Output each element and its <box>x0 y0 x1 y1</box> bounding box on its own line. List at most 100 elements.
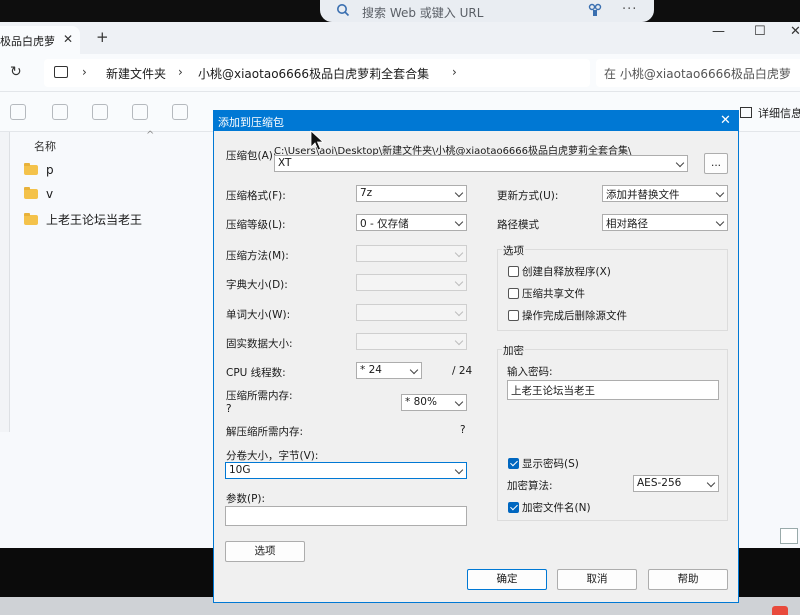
ok-button[interactable]: 确定 <box>467 569 547 590</box>
copy-icon[interactable] <box>52 104 68 120</box>
solid-size-select[interactable] <box>356 333 467 350</box>
app-icon[interactable] <box>772 606 788 615</box>
browser-search-placeholder: 搜索 Web 或键入 URL <box>362 6 484 20</box>
address-row: ↻ › 新建文件夹 › 小桃@xiaotao6666极品白虎萝莉全套合集 › 在… <box>0 54 800 92</box>
compress-memory-select[interactable]: * 80% <box>401 394 467 411</box>
level-select[interactable]: 0 - 仅存储 <box>356 214 467 231</box>
checkbox-box <box>508 458 519 469</box>
solid-size-label: 固实数据大小: <box>226 338 293 350</box>
shared-files-checkbox[interactable]: 压缩共享文件 <box>508 286 585 301</box>
delete-after-checkbox[interactable]: 操作完成后删除源文件 <box>508 308 627 323</box>
folder-icon <box>24 163 38 175</box>
folder-icon <box>24 213 38 225</box>
show-password-checkbox[interactable]: 显示密码(S) <box>508 456 579 471</box>
mouse-cursor-icon <box>310 130 324 151</box>
rename-icon[interactable] <box>92 104 108 120</box>
dictionary-select[interactable] <box>356 274 467 291</box>
refresh-icon[interactable]: ↻ <box>10 64 22 80</box>
dialog-close-icon[interactable]: ✕ <box>720 113 731 128</box>
list-item[interactable]: p <box>24 163 54 181</box>
help-button[interactable]: 帮助 <box>648 569 728 590</box>
create-sfx-label: 创建自释放程序(X) <box>522 266 611 278</box>
explorer-tab-bar: 极品白虎萝 ✕ + — ☐ ✕ <box>0 22 800 54</box>
dictionary-label: 字典大小(D): <box>226 279 288 291</box>
compress-memory-unknown: ? <box>226 403 232 415</box>
maximize-button[interactable]: ☐ <box>754 24 766 39</box>
format-select[interactable]: 7z <box>356 185 467 202</box>
checkbox-box <box>508 310 519 321</box>
delete-after-label: 操作完成后删除源文件 <box>522 310 627 322</box>
shared-files-label: 压缩共享文件 <box>522 288 585 300</box>
dialog-title: 添加到压缩包 <box>218 116 284 129</box>
more-icon[interactable]: ··· <box>622 2 637 17</box>
checkbox-box <box>508 266 519 277</box>
encryption-method-label: 加密算法: <box>507 480 553 492</box>
path-mode-select[interactable]: 相对路径 <box>602 214 728 231</box>
decompress-memory-value: ? <box>460 424 466 436</box>
view-toggle-icon[interactable] <box>780 528 798 544</box>
show-password-label: 显示密码(S) <box>522 458 579 470</box>
breadcrumb-item[interactable]: 新建文件夹 <box>106 65 166 82</box>
create-sfx-checkbox[interactable]: 创建自释放程序(X) <box>508 264 611 279</box>
browse-button[interactable]: ... <box>704 153 728 174</box>
computer-icon <box>54 66 68 78</box>
cpu-threads-select[interactable]: * 24 <box>356 362 422 379</box>
archive-label: 压缩包(A): <box>226 150 277 162</box>
encrypt-names-checkbox[interactable]: 加密文件名(N) <box>508 500 591 515</box>
cancel-button[interactable]: 取消 <box>557 569 637 590</box>
search-icon <box>337 4 350 17</box>
archive-name-combo[interactable]: XT <box>274 155 688 172</box>
method-label: 压缩方法(M): <box>226 250 289 262</box>
format-label: 压缩格式(F): <box>226 190 286 202</box>
cpu-threads-value: * 24 <box>360 364 382 376</box>
word-size-select[interactable] <box>356 304 467 321</box>
update-mode-select[interactable]: 添加并替换文件 <box>602 185 728 202</box>
options-button[interactable]: 选项 <box>225 541 305 562</box>
list-item-label: v <box>46 187 54 201</box>
details-pane-button[interactable]: 详细信息 <box>740 105 800 121</box>
list-item[interactable]: 上老王论坛当老王 <box>24 211 142 229</box>
cut-icon[interactable] <box>10 104 26 120</box>
chevron-down-icon <box>715 188 725 198</box>
encryption-method-select[interactable]: AES-256 <box>633 475 719 492</box>
archive-name-value: XT <box>278 157 292 169</box>
browser-address-bar[interactable]: 搜索 Web 或键入 URL ··· <box>320 0 654 22</box>
new-tab-button[interactable]: + <box>96 28 109 46</box>
address-bar[interactable]: › 新建文件夹 › 小桃@xiaotao6666极品白虎萝莉全套合集 › <box>44 59 590 87</box>
parameters-input[interactable] <box>225 506 467 526</box>
update-mode-label: 更新方式(U): <box>497 190 559 202</box>
sort-caret-icon[interactable]: ^ <box>146 130 154 141</box>
list-item[interactable]: v <box>24 187 53 205</box>
chevron-down-icon <box>675 158 685 168</box>
breadcrumb-separator: › <box>178 65 183 79</box>
breadcrumb-separator: › <box>452 65 457 79</box>
minimize-button[interactable]: — <box>712 24 725 39</box>
chevron-down-icon <box>454 248 464 258</box>
extension-icon[interactable] <box>588 3 602 17</box>
close-window-button[interactable]: ✕ <box>790 24 800 39</box>
details-label: 详细信息 <box>758 107 800 120</box>
delete-icon[interactable] <box>172 104 188 120</box>
share-icon[interactable] <box>132 104 148 120</box>
split-size-combo[interactable]: 10G <box>225 462 467 479</box>
folder-search-placeholder: 在 小桃@xiaotao6666极品白虎萝 <box>604 67 791 81</box>
decompress-memory-label: 解压缩所需内存: <box>226 426 304 438</box>
format-value: 7z <box>360 187 373 199</box>
chevron-down-icon <box>454 397 464 407</box>
encryption-group-title: 加密 <box>502 343 525 358</box>
breadcrumb-item[interactable]: 小桃@xiaotao6666极品白虎萝莉全套合集 <box>198 65 429 82</box>
password-input[interactable]: 上老王论坛当老王 <box>507 380 719 400</box>
encryption-group: 加密 输入密码: 上老王论坛当老王 显示密码(S) 加密算法: AES-256 … <box>497 343 728 521</box>
method-select[interactable] <box>356 245 467 262</box>
options-group: 选项 创建自释放程序(X) 压缩共享文件 操作完成后删除源文件 <box>497 243 728 331</box>
folder-search-box[interactable]: 在 小桃@xiaotao6666极品白虎萝 <box>596 59 800 87</box>
cpu-threads-total: / 24 <box>452 365 473 377</box>
word-size-label: 单词大小(W): <box>226 309 291 321</box>
explorer-tab[interactable]: 极品白虎萝 ✕ <box>0 26 80 54</box>
chevron-down-icon <box>454 188 464 198</box>
list-item-label: 上老王论坛当老王 <box>46 213 143 227</box>
column-header-name[interactable]: 名称 <box>34 138 56 154</box>
chevron-down-icon <box>706 478 716 488</box>
chevron-down-icon <box>454 307 464 317</box>
tab-close-icon[interactable]: ✕ <box>63 32 73 46</box>
